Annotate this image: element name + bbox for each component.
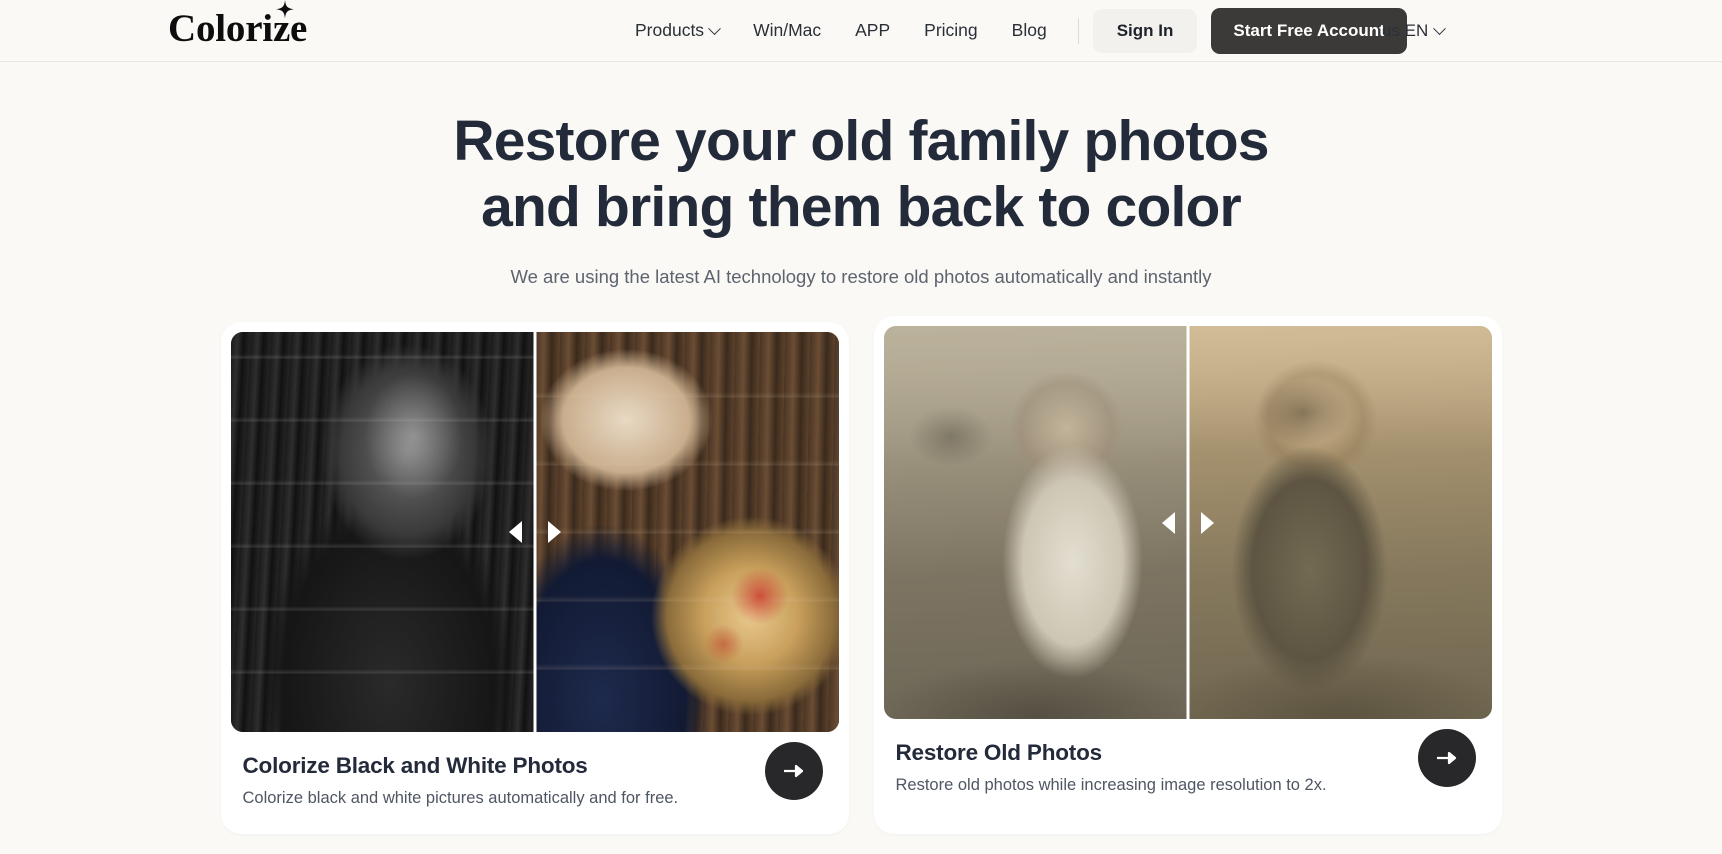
- arrow-right-icon: [783, 765, 803, 778]
- hero-section: Restore your old family photos and bring…: [0, 62, 1722, 288]
- card-title: Colorize Black and White Photos: [242, 753, 588, 779]
- page-title: Restore your old family photos and bring…: [361, 108, 1361, 240]
- card-body: Restore Old Photos Restore old photos wh…: [884, 719, 1492, 821]
- page-title-line-1: Restore your old family photos: [453, 109, 1269, 173]
- comparison-slider-handle[interactable]: [533, 332, 536, 733]
- language-label: us EN: [1382, 21, 1429, 40]
- nav-divider: [1077, 18, 1079, 44]
- card-description: Restore old photos while increasing imag…: [895, 776, 1327, 795]
- start-free-account-button[interactable]: Start Free Account: [1211, 8, 1407, 54]
- nav-item-products[interactable]: Products: [618, 22, 736, 40]
- before-after-comparison[interactable]: [230, 332, 839, 733]
- nav-item-app[interactable]: APP: [838, 22, 907, 40]
- triangle-left-icon[interactable]: [508, 521, 522, 544]
- card-description: Colorize black and white pictures automa…: [242, 789, 679, 808]
- after-image: [534, 332, 839, 733]
- brand-logo[interactable]: Colorize: [168, 0, 307, 62]
- triangle-right-icon[interactable]: [1200, 511, 1214, 534]
- page-title-line-2: and bring them back to color: [481, 175, 1242, 240]
- arrow-right-icon: [1436, 752, 1456, 765]
- before-image: [883, 326, 1188, 720]
- site-header: Colorize Products Win/Mac APP Pricing Bl…: [0, 0, 1722, 62]
- card-title: Restore Old Photos: [895, 740, 1103, 766]
- before-after-comparison[interactable]: [883, 326, 1492, 720]
- chevron-down-icon: [1433, 21, 1447, 35]
- card-cta-button[interactable]: [1417, 729, 1476, 788]
- card-cta-button[interactable]: [764, 742, 823, 801]
- feature-card-restore[interactable]: Restore Old Photos Restore old photos wh…: [873, 316, 1502, 835]
- nav-item-blog[interactable]: Blog: [995, 22, 1064, 40]
- page-subtitle: We are using the latest AI technology to…: [510, 266, 1212, 288]
- comparison-slider-handle[interactable]: [1186, 326, 1189, 720]
- main-navigation: Products Win/Mac APP Pricing Blog Sign I…: [618, 0, 1407, 62]
- chevron-down-icon: [708, 21, 721, 35]
- card-body: Colorize Black and White Photos Colorize…: [231, 732, 839, 834]
- language-selector[interactable]: us EN: [1382, 0, 1447, 62]
- sign-in-button[interactable]: Sign In: [1092, 9, 1198, 53]
- triangle-right-icon[interactable]: [547, 521, 561, 544]
- before-image: [230, 332, 535, 733]
- nav-item-pricing[interactable]: Pricing: [907, 22, 995, 40]
- feature-cards: Colorize Black and White Photos Colorize…: [0, 316, 1722, 835]
- after-image: [1187, 326, 1492, 720]
- brand-name: Colorize: [168, 6, 308, 50]
- nav-item-winmac[interactable]: Win/Mac: [736, 22, 838, 40]
- triangle-left-icon[interactable]: [1161, 511, 1175, 534]
- nav-label-products: Products: [635, 20, 705, 41]
- feature-card-colorize[interactable]: Colorize Black and White Photos Colorize…: [220, 322, 849, 835]
